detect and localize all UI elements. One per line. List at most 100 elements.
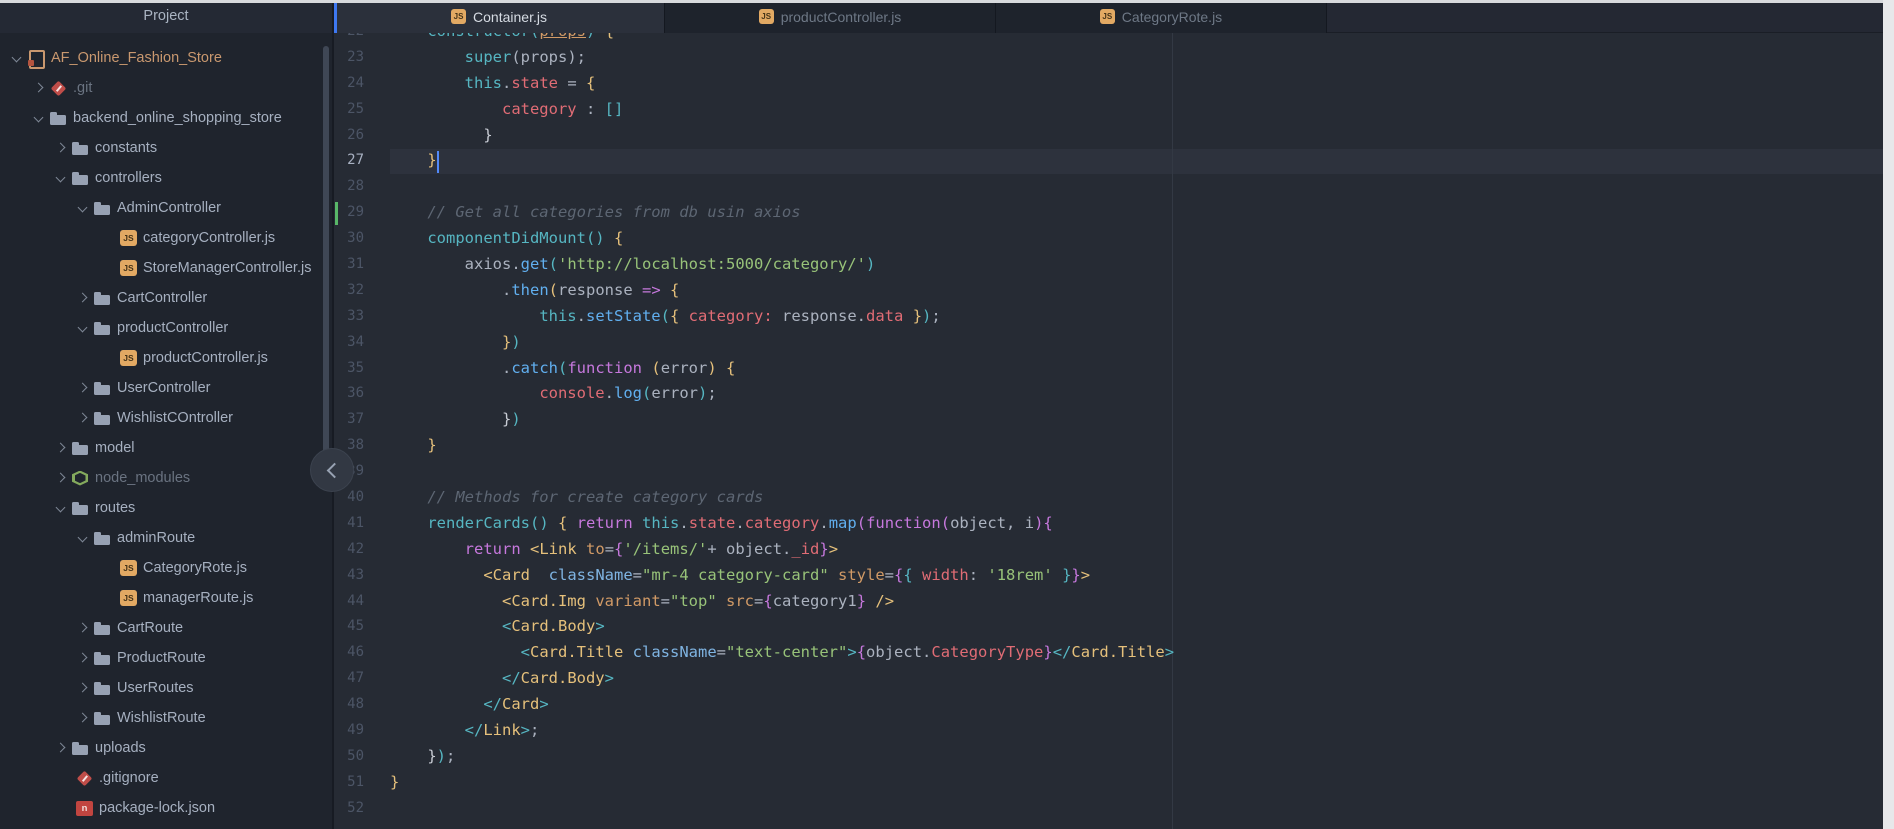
code-text-area[interactable]: constructor(props) { super(props); this.… [390,19,1174,822]
line-number[interactable]: 23 [334,45,366,71]
tab-productcontroller-js[interactable]: JSproductController.js [665,0,996,33]
project-panel-header[interactable]: Project [0,0,332,33]
line-number[interactable]: 27 [334,148,366,174]
code-line-45[interactable]: <Card.Body> [390,614,1174,640]
chevron-down-icon[interactable] [32,112,44,124]
tree-item-.gitignore[interactable]: .gitignore [0,763,332,793]
code-line-38[interactable]: } [390,433,1174,459]
code-line-35[interactable]: .catch(function (error) { [390,356,1174,382]
line-number[interactable]: 46 [334,640,366,666]
line-number[interactable]: 48 [334,692,366,718]
line-number[interactable]: 25 [334,97,366,123]
line-number[interactable]: 52 [334,796,366,822]
tree-item-CartController[interactable]: CartController [0,283,332,313]
code-line-50[interactable]: }); [390,744,1174,770]
line-number[interactable]: 28 [334,174,366,200]
tree-item-AdminController[interactable]: AdminController [0,193,332,223]
line-number[interactable]: 49 [334,718,366,744]
line-number[interactable]: 30 [334,226,366,252]
tree-item-productController.js[interactable]: JSproductController.js [0,343,332,373]
chevron-right-icon[interactable] [54,142,66,154]
tree-item-productController[interactable]: productController [0,313,332,343]
chevron-down-icon[interactable] [76,202,88,214]
code-editor[interactable]: 2223242526272829303132333435363738394041… [334,0,1894,829]
line-number[interactable]: 36 [334,381,366,407]
code-line-27[interactable]: } [390,148,1174,174]
line-number[interactable]: 34 [334,330,366,356]
tree-item-model[interactable]: model [0,433,332,463]
line-number[interactable]: 31 [334,252,366,278]
code-line-32[interactable]: .then(response => { [390,278,1174,304]
code-line-39[interactable] [390,459,1174,485]
line-number[interactable]: 32 [334,278,366,304]
editor-gutter[interactable]: 2223242526272829303132333435363738394041… [334,19,366,822]
tree-item-categoryController.js[interactable]: JScategoryController.js [0,223,332,253]
collapse-sidebar-button[interactable] [310,448,354,492]
chevron-down-icon[interactable] [76,532,88,544]
chevron-down-icon[interactable] [76,322,88,334]
tree-item-WishlistRoute[interactable]: WishlistRoute [0,703,332,733]
code-line-44[interactable]: <Card.Img variant="top" src={category1} … [390,589,1174,615]
code-line-46[interactable]: <Card.Title className="text-center">{obj… [390,640,1174,666]
tree-item-controllers[interactable]: controllers [0,163,332,193]
code-line-31[interactable]: axios.get('http://localhost:5000/categor… [390,252,1174,278]
code-line-37[interactable]: }) [390,407,1174,433]
tree-item-uploads[interactable]: uploads [0,733,332,763]
tree-item-package-lock.json[interactable]: npackage-lock.json [0,793,332,823]
chevron-right-icon[interactable] [32,82,44,94]
line-number[interactable]: 47 [334,666,366,692]
tree-item-node_modules[interactable]: node_modules [0,463,332,493]
code-line-49[interactable]: </Link>; [390,718,1174,744]
project-scrollbar[interactable] [323,46,329,456]
code-line-43[interactable]: <Card className="mr-4 category-card" sty… [390,563,1174,589]
tree-item-managerRoute.js[interactable]: JSmanagerRoute.js [0,583,332,613]
code-line-40[interactable]: // Methods for create category cards [390,485,1174,511]
chevron-right-icon[interactable] [54,472,66,484]
line-number[interactable]: 45 [334,614,366,640]
chevron-right-icon[interactable] [76,292,88,304]
chevron-right-icon[interactable] [76,652,88,664]
code-line-52[interactable] [390,796,1174,822]
code-line-30[interactable]: componentDidMount() { [390,226,1174,252]
line-number[interactable]: 42 [334,537,366,563]
chevron-right-icon[interactable] [54,742,66,754]
tree-item-constants[interactable]: constants [0,133,332,163]
chevron-right-icon[interactable] [76,412,88,424]
line-number[interactable]: 37 [334,407,366,433]
tree-item-UserRoutes[interactable]: UserRoutes [0,673,332,703]
code-line-25[interactable]: category : [] [390,97,1174,123]
line-number[interactable]: 35 [334,356,366,382]
tree-item-adminRoute[interactable]: adminRoute [0,523,332,553]
line-number[interactable]: 43 [334,563,366,589]
line-number[interactable]: 26 [334,123,366,149]
line-number[interactable]: 33 [334,304,366,330]
line-number[interactable]: 50 [334,744,366,770]
code-line-33[interactable]: this.setState({ category: response.data … [390,304,1174,330]
chevron-right-icon[interactable] [76,682,88,694]
code-line-23[interactable]: super(props); [390,45,1174,71]
line-number[interactable]: 29 [334,200,366,226]
line-number[interactable]: 41 [334,511,366,537]
tree-item-ProductRoute[interactable]: ProductRoute [0,643,332,673]
tree-item-routes[interactable]: routes [0,493,332,523]
chevron-right-icon[interactable] [76,382,88,394]
tree-item-AF_Online_Fashion_Store[interactable]: AF_Online_Fashion_Store [0,43,332,73]
code-line-47[interactable]: </Card.Body> [390,666,1174,692]
code-line-28[interactable] [390,174,1174,200]
panel-splitter[interactable] [332,0,334,829]
tab-categoryrote-js[interactable]: JSCategoryRote.js [996,0,1327,33]
chevron-right-icon[interactable] [76,712,88,724]
tree-item-CartRoute[interactable]: CartRoute [0,613,332,643]
tree-item-StoreManagerController.js[interactable]: JSStoreManagerController.js [0,253,332,283]
chevron-down-icon[interactable] [10,52,22,64]
tree-item-.git[interactable]: .git [0,73,332,103]
chevron-right-icon[interactable] [54,442,66,454]
line-number[interactable]: 24 [334,71,366,97]
code-line-34[interactable]: }) [390,330,1174,356]
tree-item-CategoryRote.js[interactable]: JSCategoryRote.js [0,553,332,583]
tree-item-backend_online_shopping_store[interactable]: backend_online_shopping_store [0,103,332,133]
tab-container-js[interactable]: JSContainer.js [334,0,665,33]
code-line-29[interactable]: // Get all categories from db usin axios [390,200,1174,226]
code-line-48[interactable]: </Card> [390,692,1174,718]
code-line-24[interactable]: this.state = { [390,71,1174,97]
